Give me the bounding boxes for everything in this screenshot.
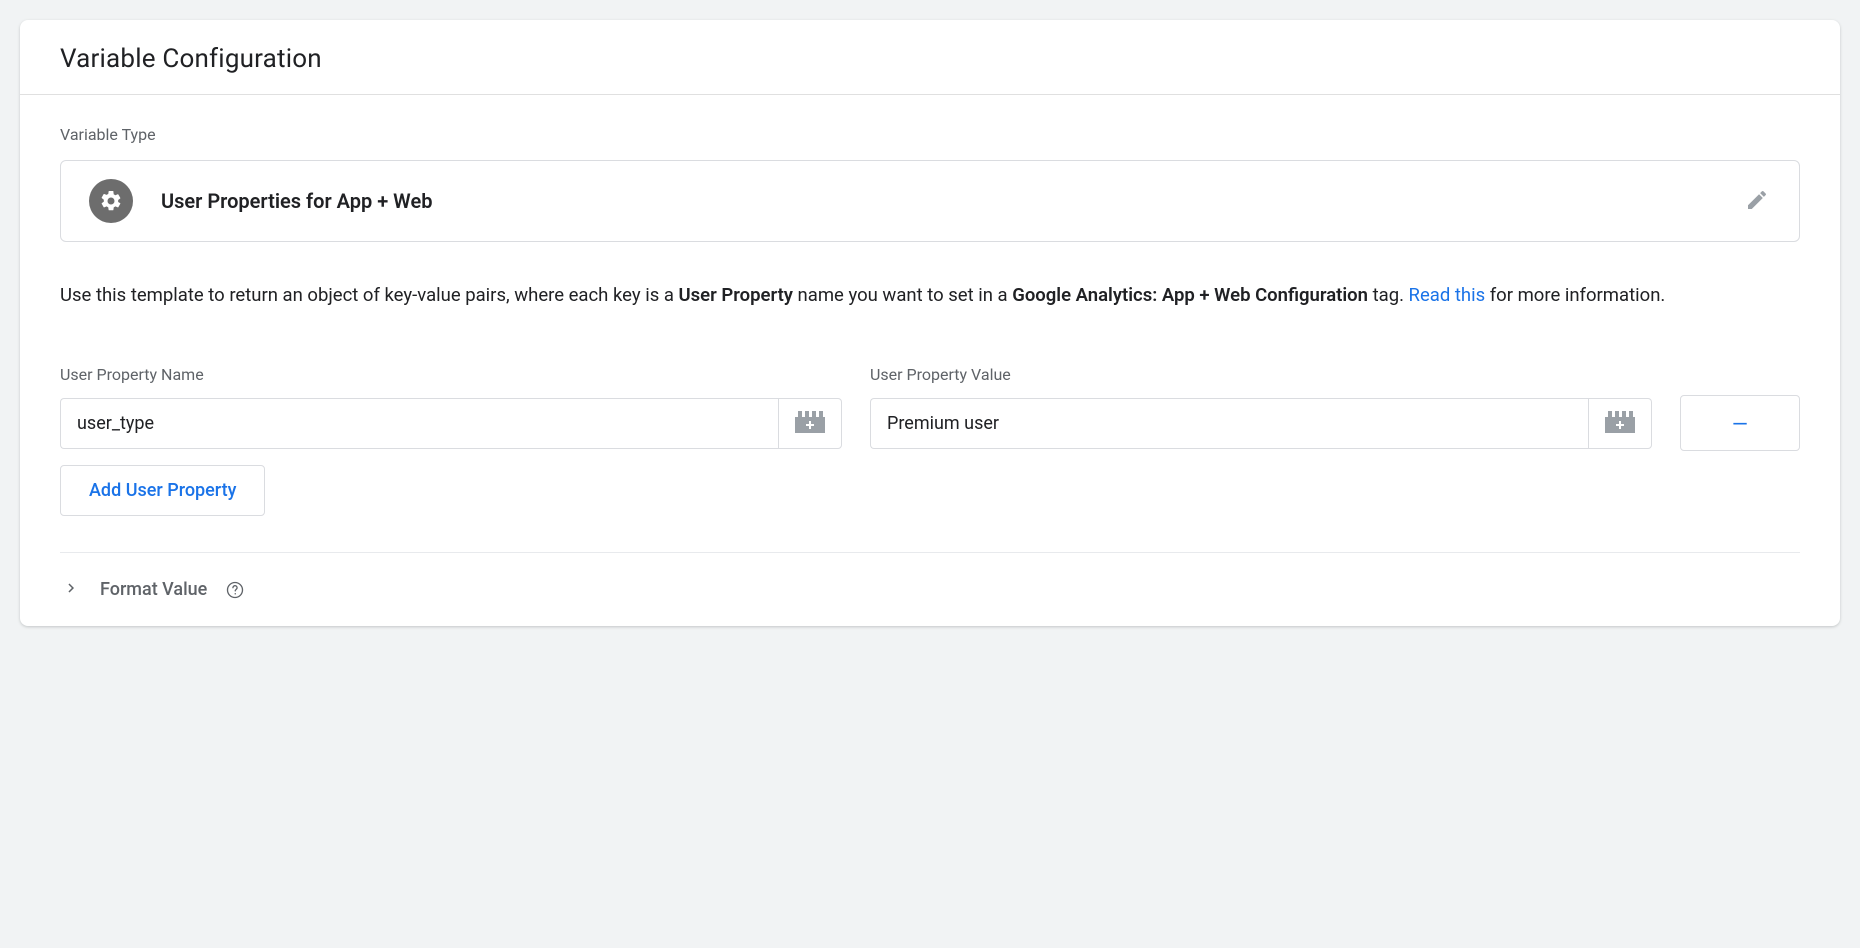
variable-type-selector[interactable]: User Properties for App + Web [60, 160, 1800, 242]
property-value-input[interactable] [870, 398, 1588, 449]
remove-column: – [1680, 365, 1800, 451]
property-value-input-group [870, 398, 1652, 449]
add-user-property-button[interactable]: Add User Property [60, 465, 265, 516]
card-body: Variable Type User Properties for App + … [20, 95, 1840, 626]
property-name-input[interactable] [60, 398, 778, 449]
variable-type-info: User Properties for App + Web [89, 179, 432, 223]
remove-property-button[interactable]: – [1680, 395, 1800, 451]
property-value-variable-picker-button[interactable] [1588, 398, 1652, 449]
variable-picker-icon [795, 411, 825, 436]
chevron-right-icon [62, 579, 80, 600]
read-this-link[interactable]: Read this [1409, 284, 1486, 306]
pencil-icon [1745, 188, 1769, 215]
minus-icon: – [1733, 409, 1746, 437]
variable-configuration-card: Variable Configuration Variable Type Use… [20, 20, 1840, 626]
edit-variable-type-button[interactable] [1739, 182, 1775, 221]
property-name-input-group [60, 398, 842, 449]
format-value-section[interactable]: Format Value [60, 553, 1800, 602]
property-value-label: User Property Value [870, 365, 1652, 384]
template-description: Use this template to return an object of… [60, 278, 1800, 313]
variable-type-label: Variable Type [60, 125, 1800, 144]
help-icon[interactable] [225, 580, 245, 600]
gear-icon [89, 179, 133, 223]
card-header: Variable Configuration [20, 20, 1840, 95]
format-value-label: Format Value [100, 579, 207, 600]
variable-type-name: User Properties for App + Web [161, 189, 432, 213]
variable-picker-icon [1605, 411, 1635, 436]
property-value-column: User Property Value [870, 365, 1652, 449]
property-name-variable-picker-button[interactable] [778, 398, 842, 449]
expand-format-value-button[interactable] [60, 577, 82, 602]
card-title: Variable Configuration [60, 44, 1800, 74]
property-name-column: User Property Name [60, 365, 842, 449]
user-properties-grid: User Property Name [60, 365, 1800, 451]
property-name-label: User Property Name [60, 365, 842, 384]
